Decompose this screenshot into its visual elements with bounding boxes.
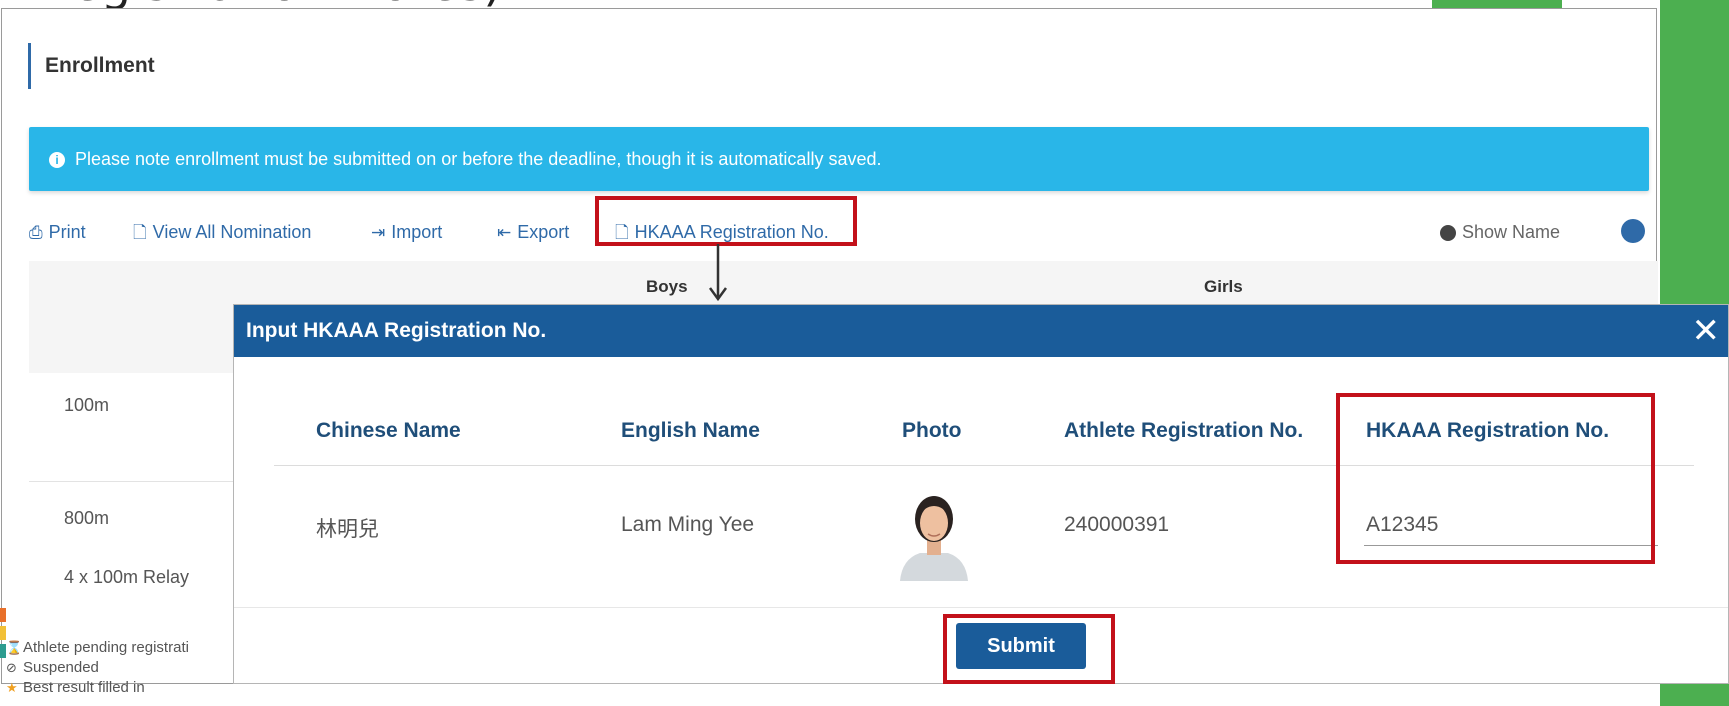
- highlight-hkaaa-button: [595, 196, 857, 246]
- column-girls: Girls: [1204, 277, 1243, 296]
- legend-pending: ⌛Athlete pending registrati: [6, 638, 189, 658]
- highlight-hkaaa-column: [1336, 393, 1655, 564]
- print-label: Print: [48, 222, 86, 242]
- cell-athlete-reg: 240000391: [1064, 513, 1170, 536]
- legend-suspended: ⊘ Suspended: [6, 658, 189, 678]
- event-row-800m: 800m: [64, 508, 110, 528]
- event-row-100m: 100m: [64, 395, 110, 415]
- footer-divider: [234, 607, 1728, 608]
- close-icon[interactable]: ✕: [1692, 311, 1721, 351]
- hourglass-icon: ⌛: [6, 640, 23, 655]
- view-all-nomination-label: View All Nomination: [152, 222, 312, 242]
- down-arrow-icon: [708, 244, 728, 302]
- column-boys: Boys: [646, 277, 688, 296]
- export-button[interactable]: ⇤ Export: [497, 215, 569, 249]
- export-label: Export: [517, 222, 570, 242]
- show-name-toggle[interactable]: [1621, 219, 1645, 243]
- export-icon: ⇤: [497, 223, 512, 242]
- modal-title: Input HKAAA Registration No.: [246, 319, 547, 342]
- import-label: Import: [391, 222, 443, 242]
- show-name-text: Show Name: [1461, 222, 1560, 242]
- header-photo: Photo: [902, 419, 962, 442]
- printer-icon: ⎙: [29, 223, 43, 242]
- cell-english-name: Lam Ming Yee: [621, 513, 755, 536]
- document-icon: 🗋: [133, 223, 147, 242]
- show-name-label: Show Name: [1439, 215, 1560, 249]
- cell-chinese-name: 林明兒: [316, 518, 379, 541]
- highlight-submit: [943, 614, 1115, 684]
- import-button[interactable]: ⇥ Import: [371, 215, 442, 249]
- header-chinese-name: Chinese Name: [316, 419, 461, 442]
- star-icon: ★: [6, 680, 18, 695]
- header-athlete-reg: Athlete Registration No.: [1064, 419, 1304, 442]
- ban-icon: ⊘: [6, 660, 17, 675]
- info-icon: i: [49, 152, 65, 169]
- legend-pending-text: Athlete pending registrati: [23, 639, 189, 656]
- modal-header: Input HKAAA Registration No. ✕: [234, 305, 1728, 357]
- page-title: Enrollment: [28, 43, 155, 89]
- header-english-name: English Name: [621, 419, 760, 442]
- view-all-nomination-button[interactable]: 🗋 View All Nomination: [133, 215, 311, 249]
- user-circle-icon: [1439, 225, 1456, 242]
- legend-suspended-text: Suspended: [23, 659, 99, 676]
- legend-best-result: ★ Best result filled in: [6, 678, 189, 698]
- legend-best-result-text: Best result filled in: [23, 679, 145, 696]
- row-divider: [29, 481, 239, 482]
- notice-text: Please note enrollment must be submitted…: [75, 149, 882, 169]
- event-row-relay: 4 x 100m Relay: [64, 567, 190, 587]
- print-button[interactable]: ⎙ Print: [29, 215, 86, 249]
- import-icon: ⇥: [371, 223, 386, 242]
- legend: ⌛Athlete pending registrati ⊘ Suspended ★…: [6, 638, 189, 698]
- athlete-photo: [894, 485, 974, 581]
- notice-banner: i Please note enrollment must be submitte…: [29, 127, 1649, 191]
